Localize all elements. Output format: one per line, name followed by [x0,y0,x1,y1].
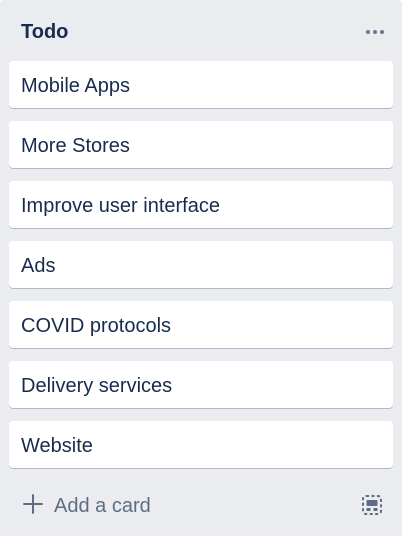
card[interactable]: COVID protocols [9,301,393,348]
list-header: Todo [0,0,402,60]
dot [380,30,384,34]
card[interactable]: Ads [9,241,393,288]
card[interactable]: Improve user interface [9,181,393,228]
card[interactable]: More Stores [9,121,393,168]
card-title: Delivery services [21,375,173,397]
card-title: Mobile Apps [21,75,130,97]
add-card-button[interactable]: Add a card [22,490,151,522]
plus-icon [22,492,44,520]
card-title: Website [21,435,93,457]
card-title: COVID protocols [21,315,172,337]
list-title[interactable]: Todo [21,20,68,44]
todo-list: Todo Mobile Apps More Stores Improve use… [0,0,402,536]
card-title: More Stores [21,135,130,157]
card-title: Ads [21,255,56,277]
dot [366,30,370,34]
card[interactable]: Website [9,421,393,468]
list-footer: Add a card [0,480,402,536]
card-list: Mobile Apps More Stores Improve user int… [9,61,393,481]
more-options-icon[interactable] [356,20,394,44]
dot [373,30,377,34]
card-template-icon[interactable] [360,493,384,517]
card[interactable]: Mobile Apps [9,61,393,108]
card-title: Improve user interface [21,195,220,217]
add-card-label: Add a card [54,495,151,517]
card[interactable]: Delivery services [9,361,393,408]
